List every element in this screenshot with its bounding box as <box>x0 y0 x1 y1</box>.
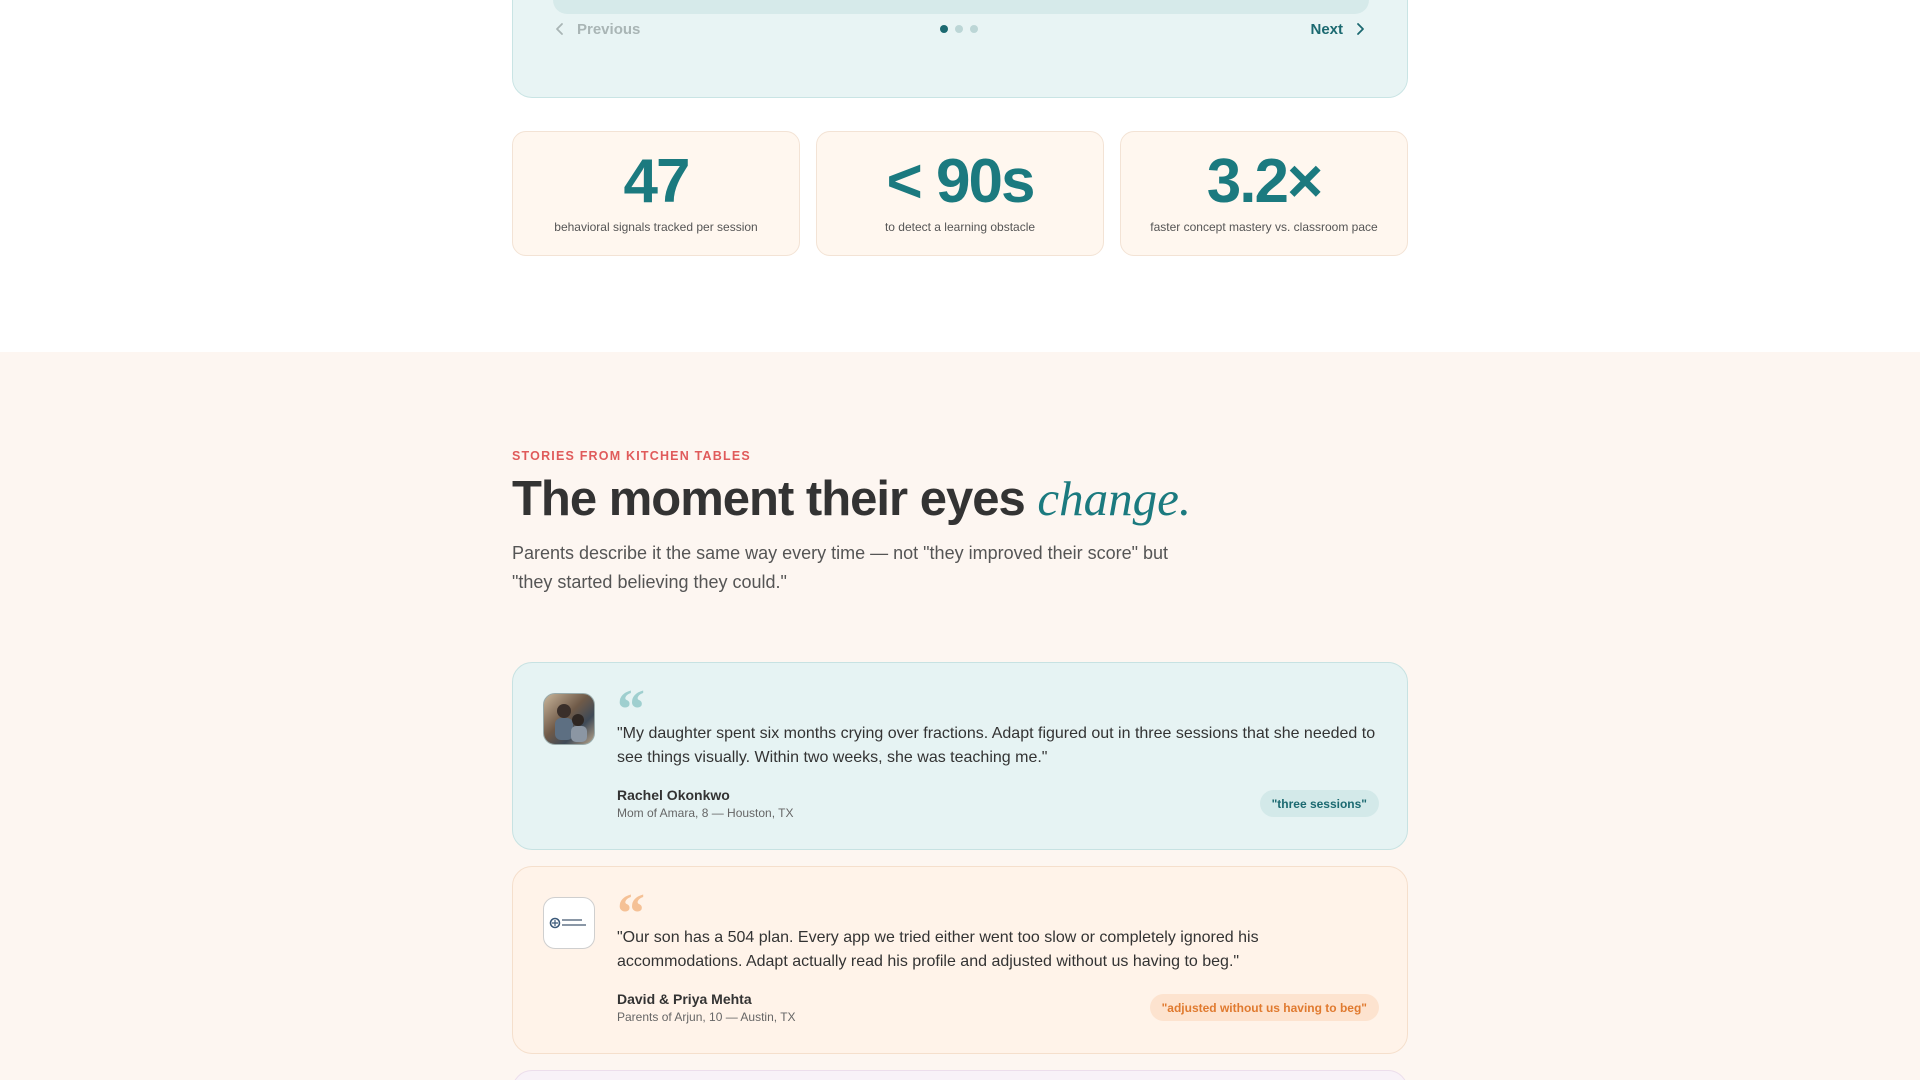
stat-label: to detect a learning obstacle <box>884 220 1036 234</box>
testimonial-quote: "My daughter spent six months crying ove… <box>617 725 1376 766</box>
stat-value: 3.2× <box>1206 147 1323 216</box>
section-headline: The moment their eyes change. <box>512 470 1191 527</box>
author-name: David & Priya Mehta <box>617 991 752 1007</box>
testimonial-quote: "Our son has a 504 plan. Every app we tr… <box>617 929 1259 970</box>
carousel-dot[interactable] <box>955 25 963 33</box>
previous-label: Previous <box>577 20 641 38</box>
carousel-dots <box>940 25 978 33</box>
stat-card: 47 behavioral signals tracked per sessio… <box>512 131 800 256</box>
testimonial-card: “ "Our son has a 504 plan. Every app we … <box>512 866 1408 1054</box>
stories-section: STORIES FROM KITCHEN TABLES The moment t… <box>0 352 1920 1080</box>
avatar <box>543 693 595 745</box>
next-label: Next <box>1310 20 1343 38</box>
section-eyebrow: STORIES FROM KITCHEN TABLES <box>512 449 751 463</box>
section-subcopy: Parents describe it the same way every t… <box>512 543 1169 592</box>
highlight-tag: "three sessions" <box>1259 790 1379 817</box>
parent-child-photo-icon <box>555 704 587 742</box>
stat-label: behavioral signals tracked per session <box>554 220 758 234</box>
carousel-dot[interactable] <box>940 25 948 33</box>
carousel-card: Previous Next <box>512 0 1408 98</box>
headline-accent: change. <box>1037 471 1192 526</box>
testimonial-card-partial <box>512 1070 1408 1080</box>
previous-button[interactable]: Previous <box>553 21 640 38</box>
stat-value: < 90s <box>886 147 1036 216</box>
stat-value: 47 <box>623 147 691 216</box>
stat-card: 3.2× faster concept mastery vs. classroo… <box>1120 131 1408 256</box>
stat-label: faster concept mastery vs. classroom pac… <box>1150 220 1378 234</box>
carousel-nav: Previous Next <box>553 17 1367 41</box>
stats-row: 47 behavioral signals tracked per sessio… <box>512 131 1408 256</box>
author-meta: Mom of Amara, 8 — Houston, TX <box>617 806 794 820</box>
author-name: Rachel Okonkwo <box>617 787 730 803</box>
avatar <box>543 897 595 949</box>
chevron-right-icon <box>1357 23 1364 35</box>
chevron-left-icon <box>556 23 563 35</box>
author-meta: Parents of Arjun, 10 — Austin, TX <box>617 1010 796 1024</box>
logo-icon <box>549 917 586 929</box>
highlight-tag: "adjusted without us having to beg" <box>1149 994 1379 1021</box>
headline-main: The moment their eyes <box>512 472 1038 526</box>
testimonial-card: “ "My daughter spent six months crying o… <box>512 662 1408 850</box>
stat-card: < 90s to detect a learning obstacle <box>816 131 1104 256</box>
carousel-dot[interactable] <box>970 25 978 33</box>
next-button[interactable]: Next <box>1310 21 1367 38</box>
carousel-slide-bottom <box>553 0 1369 14</box>
